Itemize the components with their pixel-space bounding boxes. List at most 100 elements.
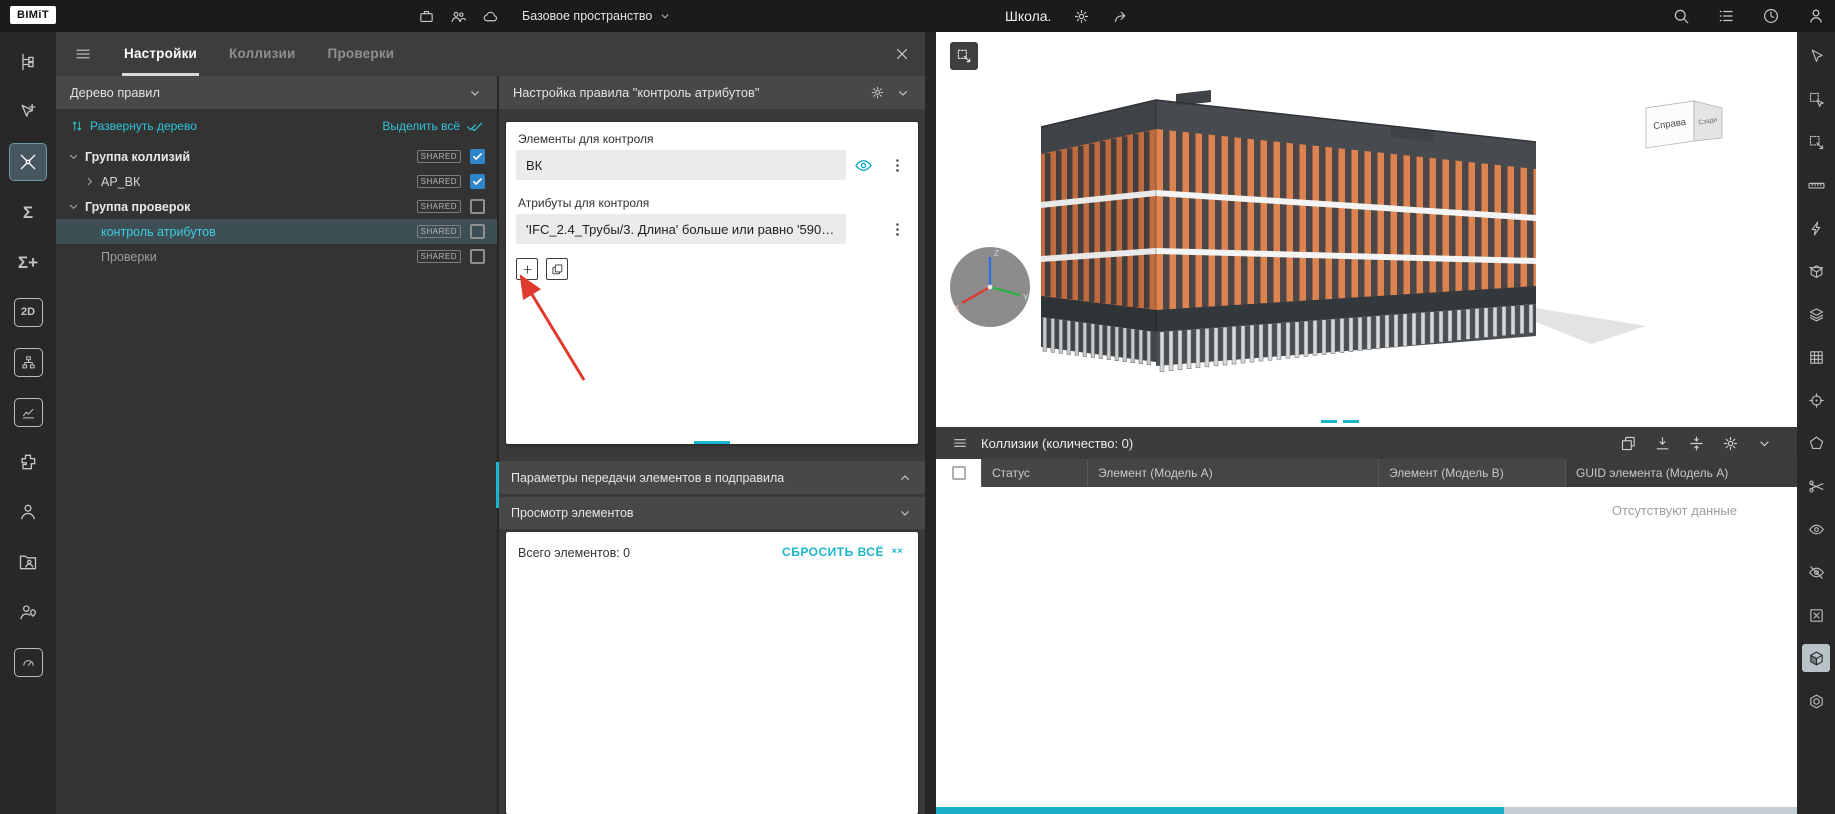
focus-icon[interactable] [1802, 386, 1830, 414]
tasks-list-icon[interactable] [1717, 7, 1735, 25]
team-icon[interactable] [450, 8, 467, 25]
axis-y-label: Y [1023, 293, 1029, 302]
view-elements-bar[interactable]: Просмотр элементов [499, 497, 925, 529]
tab-settings[interactable]: Настройки [108, 32, 213, 76]
card-resize-handle[interactable] [694, 441, 730, 444]
tree-row-checkbox[interactable] [470, 174, 485, 189]
model-cube-icon[interactable] [1802, 687, 1830, 715]
align-icon[interactable] [1688, 435, 1705, 452]
tab-checks[interactable]: Проверки [312, 32, 411, 76]
column-header[interactable]: Элемент (Модель A) [1088, 459, 1379, 487]
layers-icon[interactable] [1802, 300, 1830, 328]
axis-gizmo[interactable]: Z X Y [946, 243, 1034, 331]
select-cursor-icon[interactable] [1802, 42, 1830, 70]
copy-attribute-button[interactable] [546, 258, 568, 280]
tree-row-checkbox[interactable] [470, 149, 485, 164]
deselect-icon[interactable] [1802, 601, 1830, 629]
app-logo[interactable]: BIMiT [10, 6, 56, 24]
section-plane-icon[interactable] [1802, 472, 1830, 500]
tree-row[interactable]: АР_ВКSHARED [56, 169, 497, 194]
rule-gear-icon[interactable] [870, 85, 885, 100]
section-box-icon[interactable] [1802, 257, 1830, 285]
history-icon[interactable] [1762, 7, 1780, 25]
left-toolbar: Σ Σ+ 2D [0, 32, 56, 814]
workspace-selector[interactable]: Базовое пространство [522, 9, 672, 23]
workspace-icon[interactable] [418, 8, 435, 25]
collisions-settings-icon[interactable] [1722, 435, 1739, 452]
sum-plus-tool-icon[interactable]: Σ+ [10, 244, 46, 280]
project-settings-icon[interactable] [1073, 8, 1090, 25]
attributes-menu-icon[interactable] [889, 221, 906, 238]
profile-icon[interactable] [1807, 7, 1825, 25]
progress-fill [936, 807, 1504, 814]
tree-row[interactable]: Группа проверокSHARED [56, 194, 497, 219]
selection-mode-button[interactable] [950, 42, 978, 70]
transfer-params-bar[interactable]: Параметры передачи элементов в подправил… [499, 461, 925, 494]
group-copy-icon[interactable] [1620, 435, 1637, 452]
tree-row-checkbox[interactable] [470, 249, 485, 264]
column-header[interactable]: Элемент (Модель B) [1379, 459, 1566, 487]
dashboard-tool-icon[interactable] [14, 648, 43, 677]
polygon-select-icon[interactable] [1802, 429, 1830, 457]
tree-row[interactable]: ПроверкиSHARED [56, 244, 497, 269]
chevron-right-icon[interactable] [82, 174, 97, 189]
elements-menu-icon[interactable] [889, 157, 906, 174]
chevron-down-icon[interactable] [467, 85, 483, 101]
zoom-window-icon[interactable] [1802, 128, 1830, 156]
hide-elements-icon[interactable] [1802, 558, 1830, 586]
grid-icon[interactable] [1802, 343, 1830, 371]
transparency-icon[interactable] [1802, 644, 1830, 672]
chevron-down-icon[interactable] [895, 85, 911, 101]
users-tool-icon[interactable] [10, 494, 46, 530]
column-header[interactable]: GUID элемента (Модель A) [1566, 459, 1797, 487]
export-icon[interactable] [1654, 435, 1671, 452]
expand-tree-link[interactable]: Развернуть дерево [70, 119, 197, 133]
tree-row[interactable]: Группа коллизийSHARED [56, 144, 497, 169]
eye-icon[interactable] [854, 156, 873, 175]
elements-input[interactable] [516, 150, 846, 180]
shared-projects-icon[interactable] [10, 544, 46, 580]
select-area-icon[interactable] [1802, 85, 1830, 113]
tree-row-checkbox[interactable] [470, 224, 485, 239]
2d-view-icon[interactable]: 2D [14, 298, 43, 327]
share-icon[interactable] [1112, 8, 1129, 25]
measure-icon[interactable] [1802, 171, 1830, 199]
clash-detection-icon[interactable] [10, 144, 46, 180]
tree-section-header[interactable]: Дерево правил [56, 76, 497, 109]
viewport-3d[interactable]: Справа Сзади Z X Y [936, 32, 1797, 427]
collapse-panel-icon[interactable] [1756, 435, 1773, 452]
tree-row[interactable]: контроль атрибутовSHARED [56, 219, 497, 244]
user-location-icon[interactable] [10, 594, 46, 630]
column-header[interactable]: Статус [982, 459, 1088, 487]
tree-row-checkbox[interactable] [470, 199, 485, 214]
show-elements-icon[interactable] [1802, 515, 1830, 543]
search-icon[interactable] [1672, 7, 1690, 25]
reset-all-link[interactable]: СБРОСИТЬ ВСЁ [782, 544, 906, 560]
quick-check-icon[interactable] [1802, 214, 1830, 242]
add-attribute-button[interactable] [516, 258, 538, 280]
panel-split-handle[interactable] [496, 462, 499, 508]
select-all-cell[interactable] [936, 459, 982, 487]
sum-tool-icon[interactable]: Σ [10, 194, 46, 230]
chevron-spacer [82, 249, 97, 264]
structure-tool-icon[interactable] [14, 348, 43, 377]
model-tree-icon[interactable] [10, 44, 46, 80]
plugins-tool-icon[interactable] [10, 444, 46, 480]
close-panel-icon[interactable] [893, 45, 911, 63]
select-all-checkbox[interactable] [952, 466, 966, 480]
workspace-label: Базовое пространство [522, 9, 652, 23]
viewport-resize-handle[interactable] [1321, 420, 1359, 423]
select-all-link[interactable]: Выделить всё [382, 118, 483, 135]
attributes-input[interactable] [516, 214, 846, 244]
settings-section-header[interactable]: Настройка правила "контроль атрибутов" [499, 76, 925, 109]
panel-menu-icon[interactable] [74, 45, 92, 63]
tab-collisions[interactable]: Коллизии [213, 32, 312, 76]
collisions-menu-icon[interactable] [952, 435, 968, 451]
chevron-down-icon[interactable] [66, 149, 81, 164]
chevron-down-icon[interactable] [66, 199, 81, 214]
select-tool-icon[interactable] [10, 94, 46, 130]
charts-tool-icon[interactable] [14, 398, 43, 427]
cloud-sync-icon[interactable] [482, 8, 499, 25]
navigation-cube[interactable]: Справа Сзади [1644, 94, 1728, 156]
tree-row-label: контроль атрибутов [101, 225, 216, 239]
